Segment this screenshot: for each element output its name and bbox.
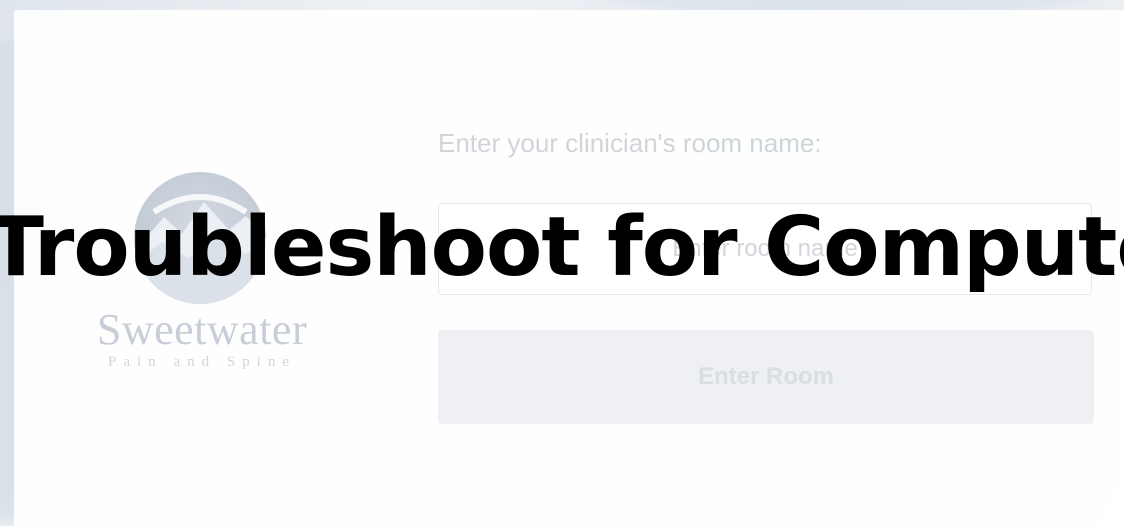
enter-room-button[interactable]: Enter Room	[438, 330, 1094, 424]
logo-name: Sweetwater	[96, 305, 308, 354]
logo-subtitle: Pain and Spine	[108, 354, 296, 370]
page: Sweetwater Pain and Spine Enter your cli…	[0, 0, 1124, 526]
room-name-label: Enter your clinician's room name:	[438, 128, 822, 158]
overlay-title: Troubleshoot for Computer	[0, 200, 1124, 295]
